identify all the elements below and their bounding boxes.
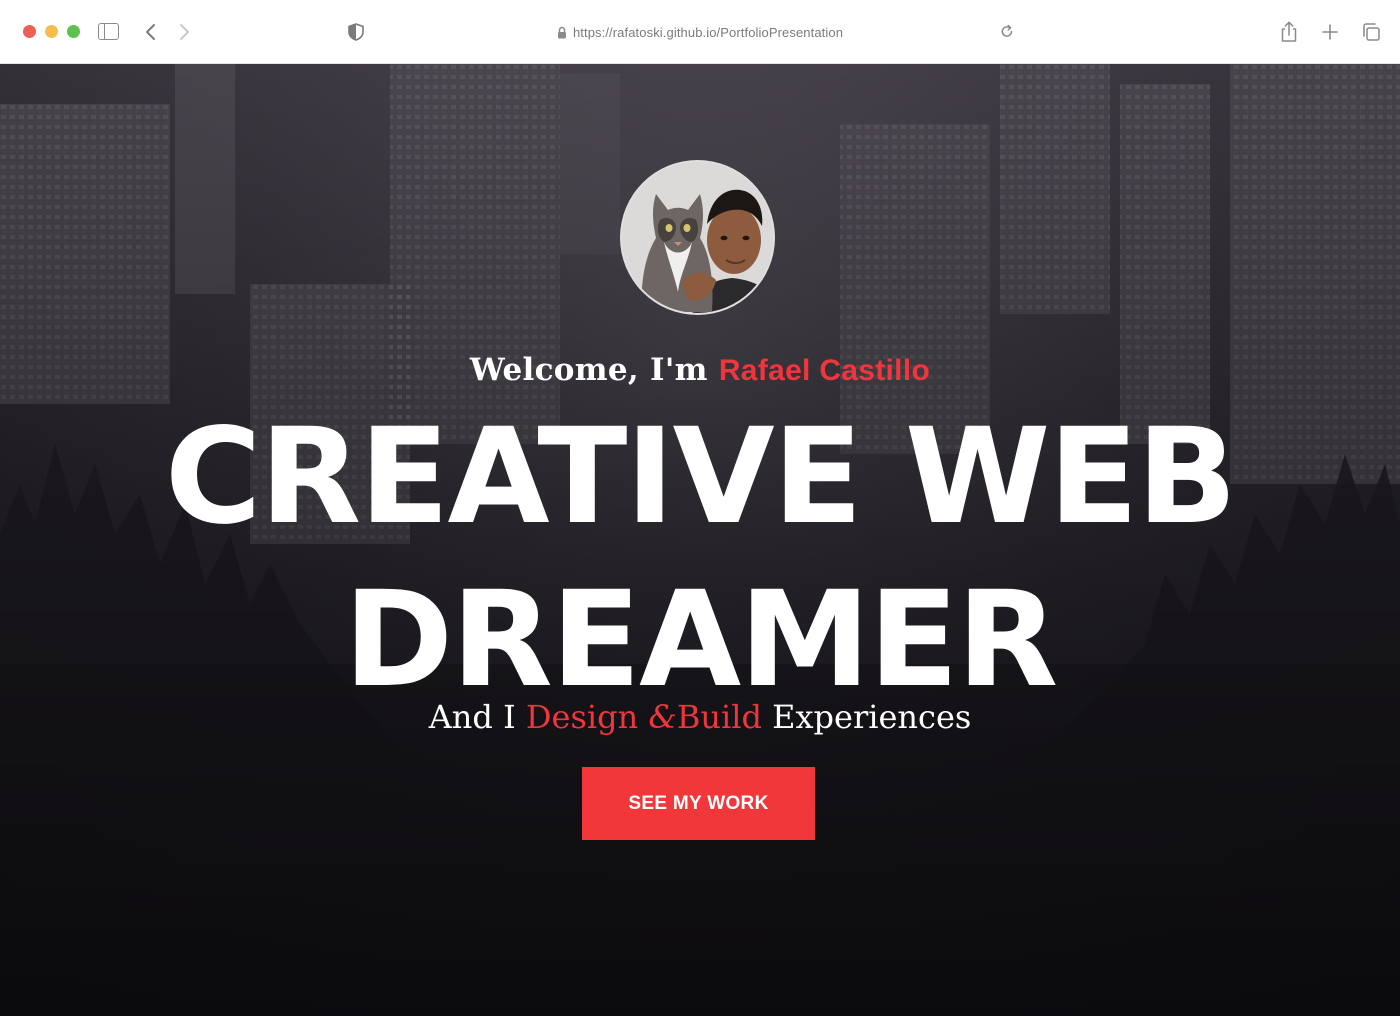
hero-content: Welcome, I'm Rafael Castillo CREATIVE WE… [0, 64, 1400, 1016]
owner-name: Rafael Castillo [718, 354, 931, 387]
chevron-left-icon[interactable] [143, 21, 159, 43]
headline-line-2: DREAMER [343, 563, 1059, 717]
headline-line-1: CREATIVE WEB [164, 400, 1237, 554]
minimize-window-button[interactable] [45, 25, 58, 38]
tagline-experiences: Experiences [772, 698, 972, 736]
tagline-build: Build [676, 698, 762, 736]
sidebar-icon[interactable] [98, 23, 119, 40]
url-text: https://rafatoski.github.io/PortfolioPre… [572, 24, 844, 40]
profile-photo [622, 162, 773, 313]
shield-icon[interactable] [347, 22, 365, 42]
tagline-and-i: And I [428, 698, 516, 736]
plus-icon[interactable] [1320, 21, 1340, 43]
zoom-window-button[interactable] [67, 25, 80, 38]
tagline-ampersand: & [648, 698, 677, 736]
close-window-button[interactable] [23, 25, 36, 38]
address-bar[interactable]: https://rafatoski.github.io/PortfolioPre… [470, 20, 930, 44]
tabs-icon[interactable] [1360, 21, 1382, 43]
tagline-design: Design [525, 698, 639, 736]
reload-icon[interactable] [998, 22, 1016, 42]
chevron-right-icon[interactable] [176, 21, 192, 43]
tagline: And I Design &Build Experiences [0, 698, 1400, 736]
see-my-work-button[interactable]: SEE MY WORK [582, 767, 815, 840]
share-icon[interactable] [1279, 20, 1299, 44]
browser-toolbar: https://rafatoski.github.io/PortfolioPre… [0, 0, 1400, 64]
lock-icon [557, 26, 567, 39]
welcome-text: Welcome, I'm Rafael Castillo [0, 352, 1400, 388]
welcome-prefix: Welcome, I'm [469, 352, 708, 388]
hero-section: Welcome, I'm Rafael Castillo CREATIVE WE… [0, 64, 1400, 1016]
avatar [620, 160, 775, 315]
